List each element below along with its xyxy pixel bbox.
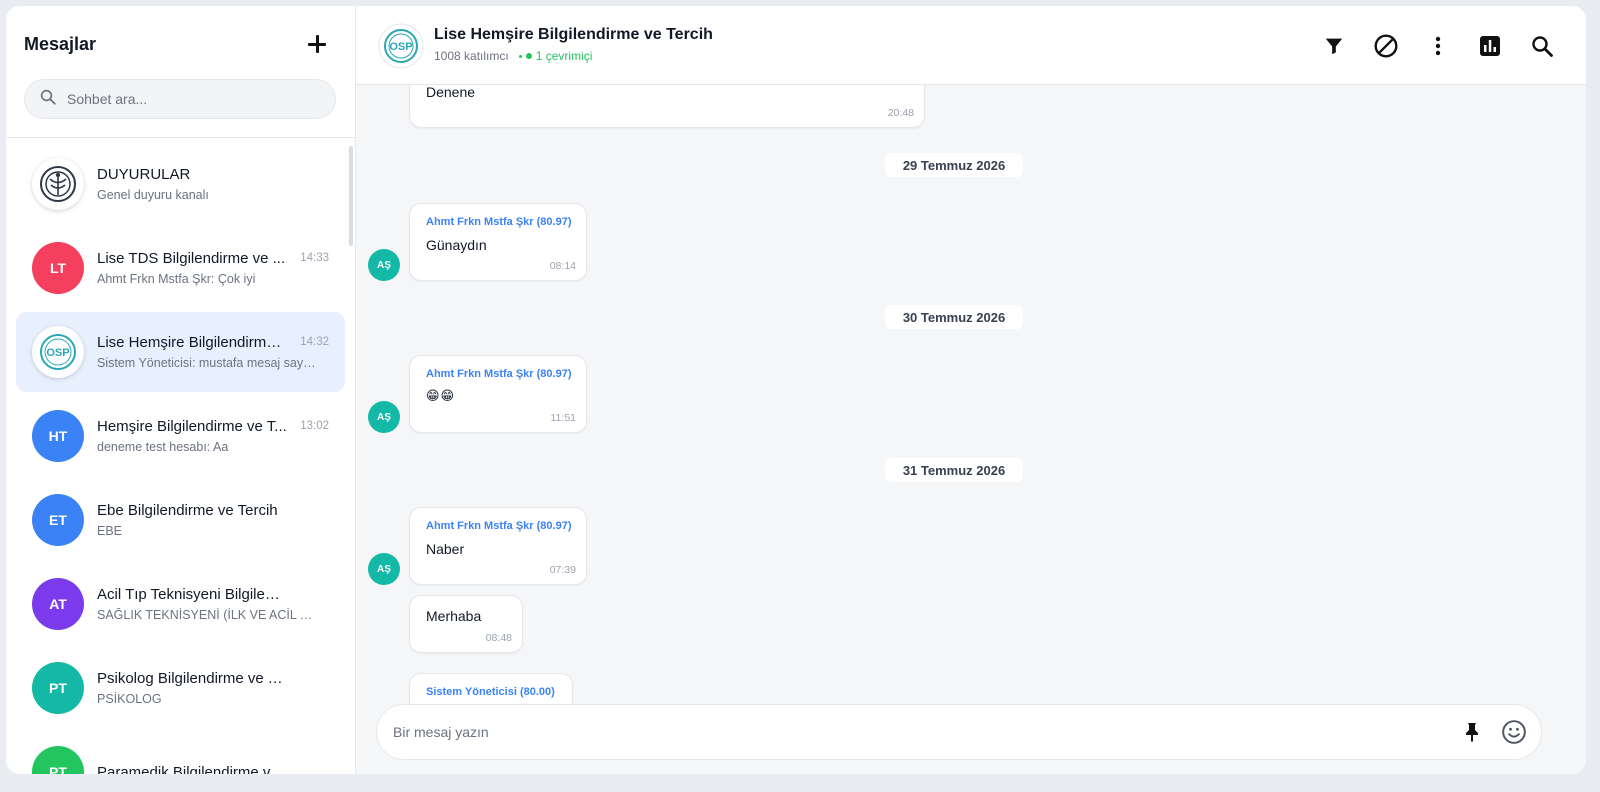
date-separator: 29 Temmuz 2026	[885, 153, 1023, 177]
message-time: 08:48	[485, 632, 512, 644]
conversation-time: 13:02	[300, 420, 329, 432]
osp-logo-icon: OSP	[40, 334, 76, 370]
emblem-icon	[40, 166, 76, 202]
svg-text:OSP: OSP	[389, 41, 412, 53]
bar-chart-icon[interactable]	[1476, 32, 1504, 60]
message-text: Merhaba	[426, 608, 482, 624]
message-bubble[interactable]: Denene 20:48	[409, 85, 925, 128]
sender-avatar[interactable]: AŞ	[368, 553, 400, 585]
message-time: 08:14	[549, 260, 576, 272]
conversation-preview: Ahmt Frkn Mstfa Şkr: Çok iyi	[97, 272, 256, 286]
conversation-item-lise-tds[interactable]: LT Lise TDS Bilgilendirme ve ... Ahmt Fr…	[16, 228, 345, 308]
conversation-name: Ebe Bilgilendirme ve Tercih	[97, 502, 278, 519]
message-text: Günaydın	[426, 237, 487, 253]
app-window: Mesajlar Sohbet ara... DUYURULAR Genel d…	[6, 6, 1586, 774]
conversation-preview: Sistem Yöneticisi: mustafa mesaj sayacı	[97, 356, 317, 370]
more-vertical-icon[interactable]	[1424, 32, 1452, 60]
osp-logo-avatar: OSP	[32, 326, 84, 378]
filter-icon[interactable]	[1320, 32, 1348, 60]
conversation-item-paramedik[interactable]: PT Paramedik Bilgilendirme ve Te...	[16, 732, 345, 774]
conversation-item-lise-hemsire[interactable]: OSP Lise Hemşire Bilgilendirme... Sistem…	[16, 312, 345, 392]
conversation-preview: EBE	[97, 524, 123, 538]
emoji-icon[interactable]	[1499, 717, 1529, 747]
block-icon[interactable]	[1372, 32, 1400, 60]
group-avatar[interactable]: OSP	[378, 23, 424, 69]
participant-count: 1008 katılımcı	[434, 49, 509, 63]
online-count: 1 çevrimiçi	[535, 49, 593, 63]
avatar: HT	[32, 410, 84, 462]
avatar: PT	[32, 746, 84, 774]
chat-subtitle: 1008 katılımcı 1 çevrimiçi	[434, 49, 592, 63]
sidebar-title: Mesajlar	[24, 34, 97, 54]
message-bubble[interactable]: Merhaba 08:48	[409, 595, 523, 653]
conversation-preview: deneme test hesabı: Aa	[97, 440, 229, 454]
avatar: ET	[32, 494, 84, 546]
message-composer	[376, 704, 1542, 760]
conversation-name: Paramedik Bilgilendirme ve Te...	[97, 763, 287, 775]
avatar: PT	[32, 662, 84, 714]
chat-search-box[interactable]	[24, 79, 336, 119]
conversation-name: DUYURULAR	[97, 166, 191, 183]
conversation-item-psikolog[interactable]: PT Psikolog Bilgilendirme ve Tercih PSİK…	[16, 648, 345, 728]
message-sender[interactable]: Ahmt Frkn Mstfa Şkr (80.97)	[426, 216, 571, 228]
date-separator: 30 Temmuz 2026	[885, 305, 1023, 329]
message-bubble[interactable]: Ahmt Frkn Mstfa Şkr (80.97) Günaydın 08:…	[409, 203, 587, 281]
conversation-time: 14:32	[300, 336, 329, 348]
online-status: 1 çevrimiçi	[518, 49, 593, 63]
message-text: Naber	[426, 541, 465, 557]
sender-avatar[interactable]: AŞ	[368, 401, 400, 433]
message-sender[interactable]: Ahmt Frkn Mstfa Şkr (80.97)	[426, 520, 571, 532]
message-time: 11:51	[550, 412, 577, 424]
message-text: Denene	[426, 85, 476, 100]
scrollbar[interactable]	[349, 146, 353, 246]
sender-avatar[interactable]: AŞ	[368, 249, 400, 281]
channel-logo-avatar	[32, 158, 84, 210]
message-time: 20:48	[887, 107, 914, 119]
chat-header: OSP Lise Hemşire Bilgilendirme ve Tercih…	[356, 6, 1586, 85]
sidebar-header: Mesajlar	[6, 6, 355, 138]
conversation-preview: SAĞLIK TEKNİSYENİ (İLK VE ACİL YA...	[97, 608, 317, 622]
conversation-item-hemsire[interactable]: HT Hemşire Bilgilendirme ve T... deneme …	[16, 396, 345, 476]
message-time: 07:39	[549, 564, 576, 576]
conversation-item-ebe[interactable]: ET Ebe Bilgilendirme ve Tercih EBE	[16, 480, 345, 560]
online-dot-small	[518, 54, 522, 58]
conversation-name: Hemşire Bilgilendirme ve T...	[97, 418, 287, 435]
header-actions	[1320, 32, 1556, 60]
message-text: 😁😁	[426, 388, 456, 403]
conversation-name: Lise Hemşire Bilgilendirme...	[97, 334, 287, 351]
conversation-name: Lise TDS Bilgilendirme ve ...	[97, 250, 286, 267]
svg-text:OSP: OSP	[46, 347, 69, 359]
osp-logo-icon: OSP	[378, 23, 424, 69]
chat-search-input[interactable]	[67, 91, 327, 107]
search-icon	[39, 88, 57, 111]
conversation-list: DUYURULAR Genel duyuru kanalı LT Lise TD…	[6, 138, 355, 774]
message-input[interactable]	[393, 724, 1457, 740]
conversation-item-acil-tip[interactable]: AT Acil Tıp Teknisyeni Bilgilendir... SA…	[16, 564, 345, 644]
pin-icon[interactable]	[1457, 717, 1487, 747]
message-sender[interactable]: Sistem Yöneticisi (80.00)	[426, 686, 555, 698]
conversation-name: Psikolog Bilgilendirme ve Tercih	[97, 670, 287, 687]
date-separator: 31 Temmuz 2026	[885, 458, 1023, 482]
sidebar: Mesajlar Sohbet ara... DUYURULAR Genel d…	[6, 6, 356, 774]
conversation-item-duyurular[interactable]: DUYURULAR Genel duyuru kanalı	[16, 144, 345, 224]
message-sender[interactable]: Ahmt Frkn Mstfa Şkr (80.97)	[426, 368, 571, 380]
message-bubble[interactable]: Ahmt Frkn Mstfa Şkr (80.97) 😁😁 11:51	[409, 355, 587, 433]
online-dot	[525, 53, 532, 59]
chat-title: Lise Hemşire Bilgilendirme ve Tercih	[434, 26, 713, 43]
message-bubble[interactable]: Ahmt Frkn Mstfa Şkr (80.97) Naber 07:39	[409, 507, 587, 585]
plus-icon[interactable]	[305, 32, 329, 56]
avatar: AT	[32, 578, 84, 630]
conversation-preview: PSİKOLOG	[97, 692, 162, 706]
conversation-time: 14:33	[300, 252, 329, 264]
chat-panel: OSP Lise Hemşire Bilgilendirme ve Tercih…	[356, 6, 1586, 774]
conversation-preview: Genel duyuru kanalı	[97, 188, 209, 202]
search-icon[interactable]	[1528, 32, 1556, 60]
message-list: Denene 20:48 29 Temmuz 2026 AŞ Ahmt Frkn…	[356, 85, 1586, 774]
conversation-name: Acil Tıp Teknisyeni Bilgilendir...	[97, 586, 287, 603]
avatar: LT	[32, 242, 84, 294]
